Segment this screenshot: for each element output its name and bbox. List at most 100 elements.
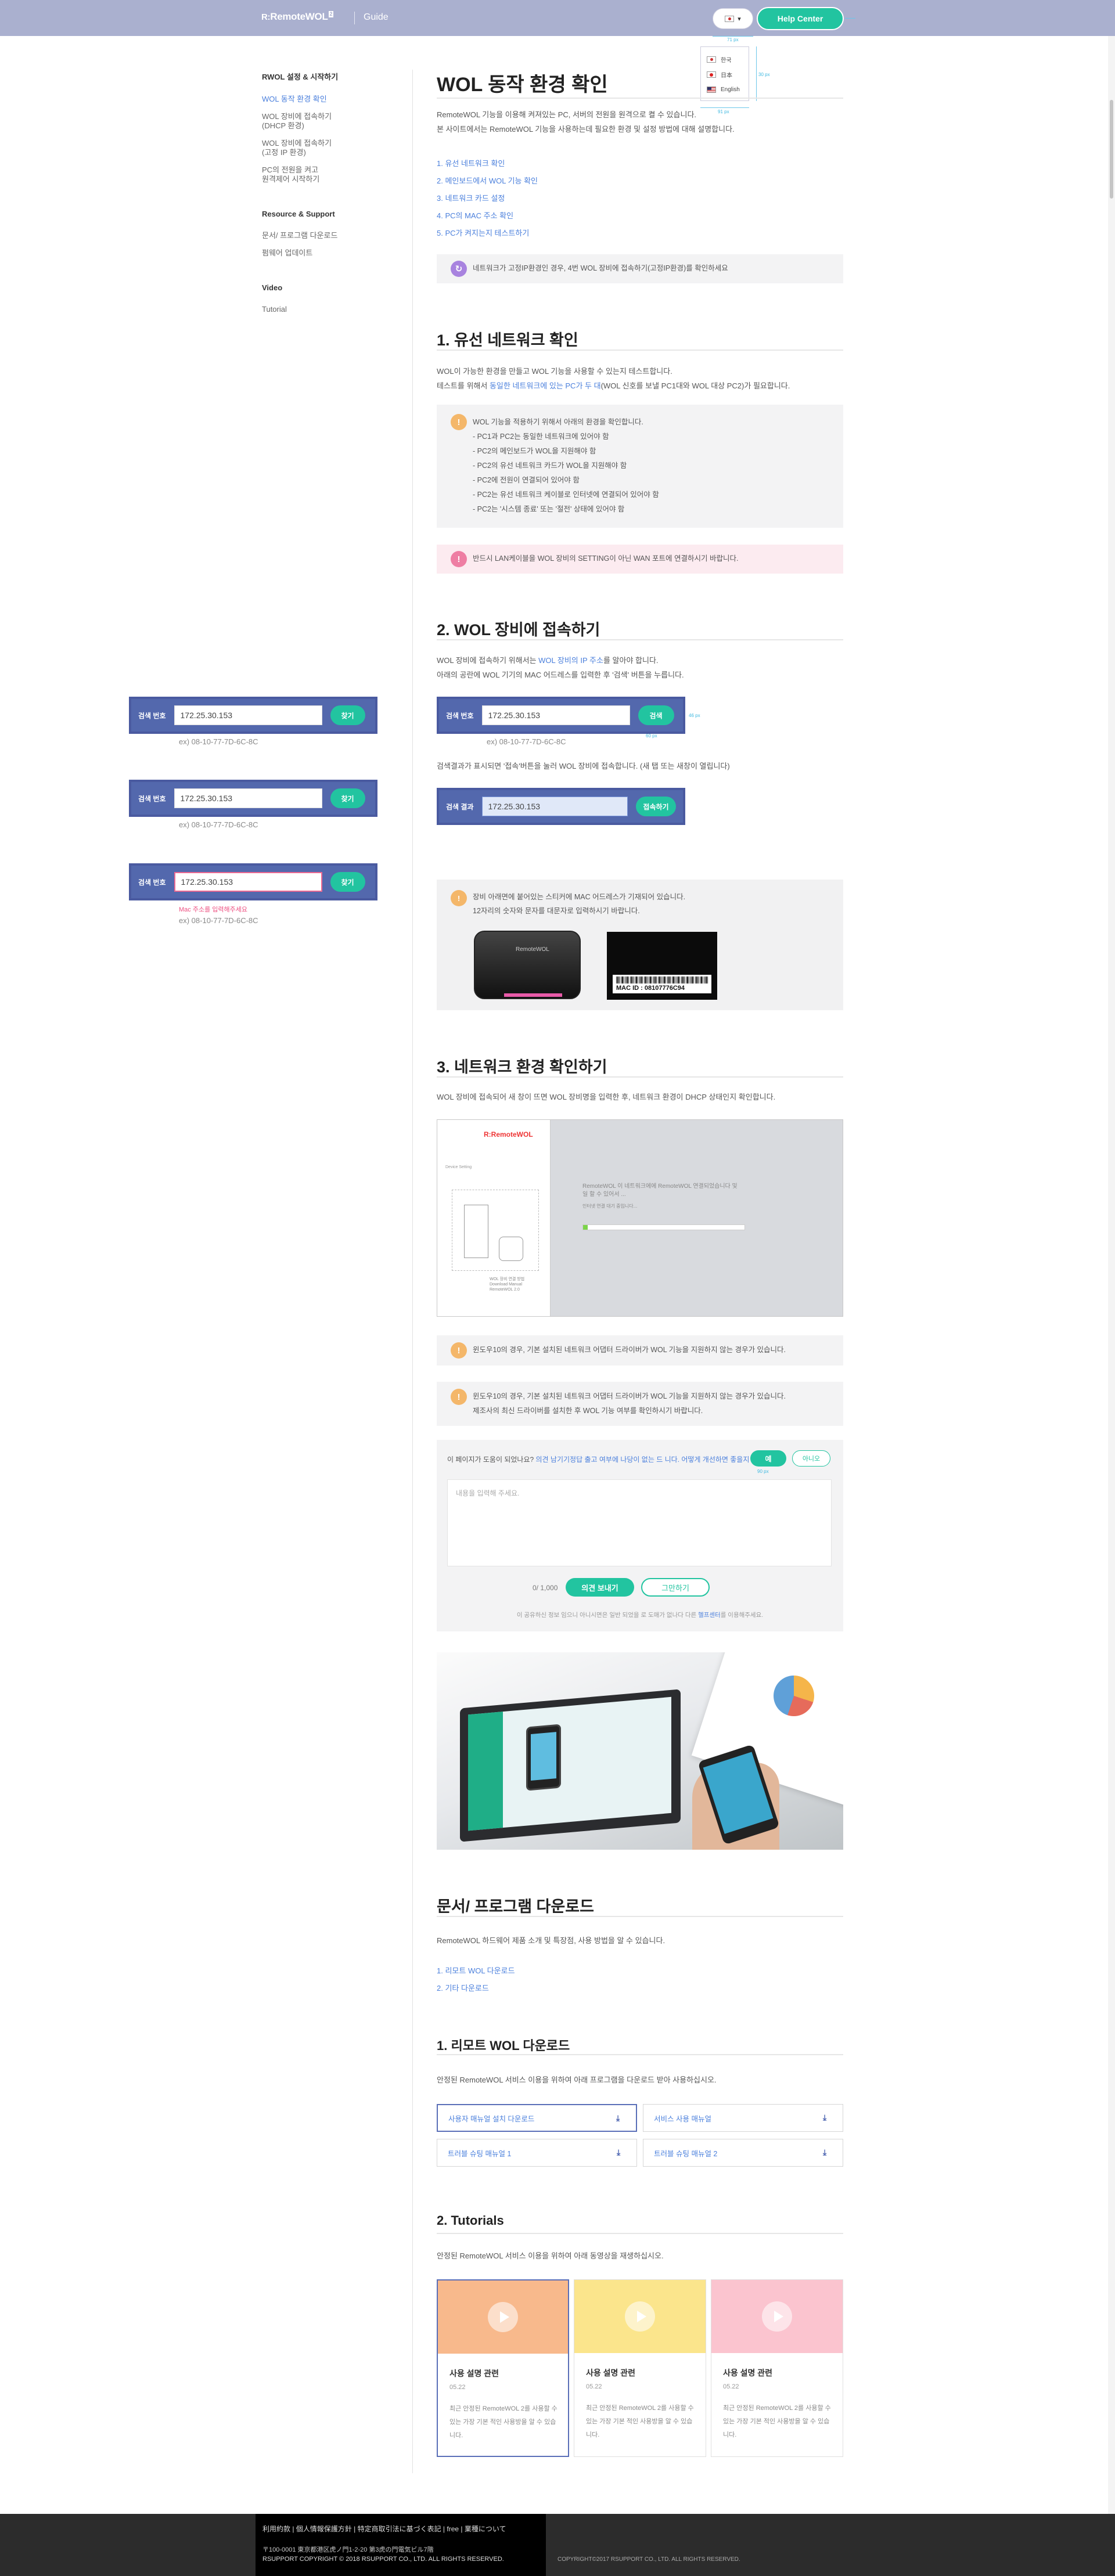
dimension-line xyxy=(713,36,753,37)
note-item: - PC2에 전원이 연결되어 있어야 함 xyxy=(473,476,580,484)
header-divider xyxy=(354,12,355,24)
sidebar-item-firmware[interactable]: 펌웨어 업데이트 xyxy=(262,248,390,258)
connect-button[interactable]: 접속하기 xyxy=(636,797,676,816)
video-thumbnail[interactable] xyxy=(711,2280,843,2353)
toc-item[interactable]: 3. 네트워크 카드 설정 xyxy=(437,190,538,207)
scrollbar[interactable] xyxy=(1108,36,1115,2576)
remote-wol-text: 안정된 RemoteWOL 서비스 이용을 위하여 아래 프로그램을 다운로드 … xyxy=(437,2076,717,2084)
cancel-feedback-button[interactable]: 그만하기 xyxy=(641,1578,710,1597)
toc-item[interactable]: 5. PC가 켜지는지 테스트하기 xyxy=(437,225,538,242)
device-sketch xyxy=(452,1190,539,1271)
download-service-manual-button[interactable]: 서비스 사용 매뉴얼 ⤓ xyxy=(643,2104,843,2132)
japan-flag-icon xyxy=(707,71,716,78)
toc-item[interactable]: 1. 유선 네트워크 확인 xyxy=(437,155,538,172)
tutorial-card[interactable]: 사용 설명 관련 05.22 최근 안정된 RemoteWOL 2를 사용할 수… xyxy=(711,2279,843,2457)
send-feedback-button[interactable]: 의견 보내기 xyxy=(566,1578,634,1597)
search-box-example-default: 검색 번호 172.25.30.153 찾기 xyxy=(129,697,377,734)
toc-item[interactable]: 2. 기타 다운로드 xyxy=(437,1980,515,1997)
download-troubleshooting-1-button[interactable]: 트러블 슈팅 매뉴얼 1 ⤓ xyxy=(437,2139,637,2167)
mac-search-input[interactable]: 172.25.30.153 xyxy=(481,705,630,725)
footer-copyright-secondary: COPYRIGHT©2017 RSUPPORT CO., LTD. ALL RI… xyxy=(558,2556,740,2563)
usa-flag-icon xyxy=(707,86,716,93)
toc-item[interactable]: 1. 리모트 WOL 다운로드 xyxy=(437,1962,515,1980)
header-guide-title: Guide xyxy=(364,12,389,22)
find-button[interactable]: 찾기 xyxy=(330,788,365,808)
toc-note: ↻ 네트워크가 고정IP환경인 경우, 4번 WOL 장비에 접속하기(고정IP… xyxy=(437,254,843,283)
search-box-example-error: 검색 번호 172.25.30.153 찾기 xyxy=(129,863,377,900)
download-troubleshooting-2-button[interactable]: 트러블 슈팅 매뉴얼 2 ⤓ xyxy=(643,2139,843,2167)
play-icon[interactable] xyxy=(762,2301,792,2332)
feedback-no-button[interactable]: 아니오 xyxy=(792,1450,830,1467)
section-underline xyxy=(437,350,843,351)
download-icon: ⤓ xyxy=(823,2148,827,2157)
card-description: 최근 안정된 RemoteWOL 2를 사용할 수 있는 가장 기본 적인 사용… xyxy=(449,2405,558,2439)
feedback-textarea[interactable]: 내용을 입력해 주세요. xyxy=(447,1479,832,1566)
dimension-label: 91 px xyxy=(718,109,729,114)
toc-item[interactable]: 2. 메인보드에서 WOL 기능 확인 xyxy=(437,172,538,190)
toc-item[interactable]: 4. PC의 MAC 주소 확인 xyxy=(437,207,538,225)
page-title: WOL 동작 환경 확인 xyxy=(437,74,608,96)
search-box-example-focus: 검색 번호 172.25.30.153 찾기 xyxy=(129,780,377,817)
section1-text-2: 테스트를 위해서 동일한 네트워크에 있는 PC가 두 대(WOL 신호를 보낼… xyxy=(437,381,790,390)
note-item: - PC2는 유선 네트워크 케이블로 인터넷에 연결되어 있어야 함 xyxy=(473,491,659,499)
search-button[interactable]: 검색 xyxy=(638,705,674,725)
toc-list: 1. 유선 네트워크 확인 2. 메인보드에서 WOL 기능 확인 3. 네트워… xyxy=(437,155,538,242)
sidebar-item-downloads[interactable]: 문서/ 프로그램 다운로드 xyxy=(262,231,390,240)
note-item: - PC2의 메인보드가 WOL을 지원해야 함 xyxy=(473,447,596,455)
logo[interactable]: R:RemoteWOL 2 xyxy=(261,11,334,23)
video-thumbnail[interactable] xyxy=(438,2280,568,2354)
video-thumbnail[interactable] xyxy=(574,2280,706,2353)
lang-option-japanese[interactable]: 日本 xyxy=(707,67,743,82)
section2-text-1: WOL 장비에 접속하기 위해서는 WOL 장비의 IP 주소를 알아야 합니다… xyxy=(437,656,659,665)
footer-address: 〒100-0001 東京都港区虎ノ門1-2-20 第3虎の門電気ビル7階 xyxy=(262,2546,434,2553)
card-description: 최근 안정된 RemoteWOL 2를 사용할 수 있는 가장 기본 적인 사용… xyxy=(723,2405,831,2438)
hero-image-laptop xyxy=(437,1652,843,1850)
feedback-yes-button[interactable]: 예 xyxy=(750,1450,786,1467)
tutorial-card[interactable]: 사용 설명 관련 05.22 최근 안정된 RemoteWOL 2를 사용할 수… xyxy=(574,2279,706,2457)
play-icon[interactable] xyxy=(625,2301,655,2332)
screen-logo: R:RemoteWOL xyxy=(484,1130,533,1139)
note-item: - PC1과 PC2는 동일한 네트워크에 있어야 함 xyxy=(473,433,609,441)
tutorial-card[interactable]: 사용 설명 관련 05.22 최근 안정된 RemoteWOL 2를 사용할 수… xyxy=(437,2279,569,2457)
mac-search-input[interactable]: 172.25.30.153 xyxy=(174,872,322,892)
mac-search-input[interactable]: 172.25.30.153 xyxy=(174,788,322,808)
sidebar-item-power-on-remote[interactable]: PC의 전원을 켜고 원격제어 시작하기 xyxy=(262,165,390,184)
info-icon: ! xyxy=(451,890,467,906)
mac-search-input[interactable]: 172.25.30.153 xyxy=(174,705,322,725)
download-icon: ⤓ xyxy=(616,2113,620,2123)
example-mac: ex) 08-10-77-7D-6C-8C xyxy=(179,820,258,829)
lang-option-korean[interactable]: 한국 xyxy=(707,52,743,67)
find-button[interactable]: 찾기 xyxy=(330,705,365,725)
find-button[interactable]: 찾기 xyxy=(330,872,365,892)
card-title: 사용 설명 관련 xyxy=(449,2369,499,2378)
mac-sticker-image: MAC ID : 08107776C94 xyxy=(607,932,717,1000)
dimension-label: 71 px xyxy=(727,37,739,42)
example-mac: ex) 08-10-77-7D-6C-8C xyxy=(179,916,258,925)
search-result-field: 172.25.30.153 xyxy=(481,797,628,816)
lang-option-english[interactable]: English xyxy=(707,82,743,97)
feedback-panel: 이 페이지가 도움이 되었나요? 의견 남기기정답 출고 여부에 나당이 없는 … xyxy=(437,1440,843,1631)
sidebar-item-tutorial[interactable]: Tutorial xyxy=(262,305,390,314)
scrollbar-thumb[interactable] xyxy=(1110,100,1113,199)
example-mac: ex) 08-10-77-7D-6C-8C xyxy=(487,737,566,746)
dimension-line xyxy=(756,46,757,101)
section-title-connect-wol: 2. WOL 장비에 접속하기 xyxy=(437,621,600,639)
search-result-box: 검색 결과 172.25.30.153 접속하기 xyxy=(437,788,685,825)
feedback-question: 이 페이지가 도움이 되었나요? 의견 남기기정답 출고 여부에 나당이 없는 … xyxy=(447,1455,786,1464)
section-title-downloads: 문서/ 프로그램 다운로드 xyxy=(437,1898,594,1915)
dimension-label: 30 px xyxy=(758,72,770,77)
section-title-wired-network: 1. 유선 네트워크 확인 xyxy=(437,332,578,349)
help-center-button[interactable]: Help Center xyxy=(757,7,844,30)
tutorials-text: 안정된 RemoteWOL 서비스 이용을 위하여 아래 동영상을 재생하십시오… xyxy=(437,2251,664,2260)
download-user-manual-button[interactable]: 사용자 매뉴얼 설치 다운로드 ⤓ xyxy=(437,2104,637,2132)
sidebar-item-connect-dhcp[interactable]: WOL 장비에 접속하기 (DHCP 환경) xyxy=(262,112,390,131)
section2-text-3: 검색결과가 표시되면 '접속'버튼을 눌러 WOL 장비에 접속합니다. (새 … xyxy=(437,762,730,770)
play-icon[interactable] xyxy=(488,2302,518,2332)
chevron-down-icon: ▾ xyxy=(738,15,741,23)
language-selector[interactable]: ▾ xyxy=(713,8,753,29)
sidebar-item-wol-environment[interactable]: WOL 동작 환경 확인 xyxy=(262,95,390,104)
footer-links[interactable]: 利用約款 | 個人情報保護方針 | 特定商取引法に基づく表記 | free | … xyxy=(262,2524,506,2534)
korea-flag-icon xyxy=(725,15,735,22)
dimension-label: 90 px xyxy=(757,1469,769,1474)
sidebar-item-connect-static-ip[interactable]: WOL 장비에 접속하기 (고정 IP 환경) xyxy=(262,139,390,157)
